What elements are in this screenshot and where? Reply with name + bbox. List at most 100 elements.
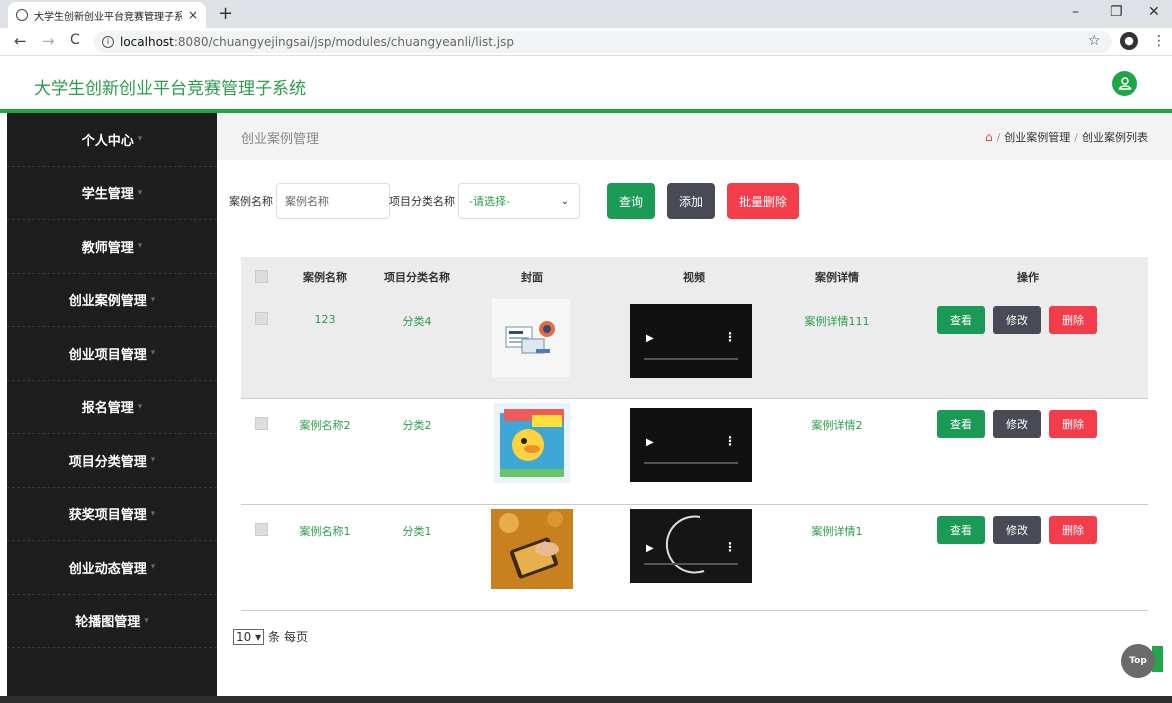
back-to-top-button[interactable]: Top — [1121, 644, 1155, 678]
sidebar-item-label: 个人中心 — [81, 133, 134, 149]
column-header: 项目分类名称 — [384, 271, 450, 284]
info-icon[interactable]: i — [102, 36, 114, 48]
app-title: 大学生创新创业平台竞赛管理子系统 — [34, 79, 306, 99]
breadcrumb-separator: / — [996, 130, 1001, 144]
sidebar-item-awards[interactable]: 获奖项目管理 ▾ — [7, 488, 217, 541]
table-header: 案例名称 项目分类名称 封面 视频 案例详情 操作 — [241, 257, 1148, 295]
video-progress-bar[interactable] — [644, 462, 738, 464]
row-checkbox[interactable] — [255, 312, 268, 325]
sidebar-item-projects[interactable]: 创业项目管理 ▾ — [7, 327, 217, 381]
view-button[interactable]: 查看 — [937, 306, 985, 334]
chevron-down-icon: ▾ — [150, 562, 156, 573]
case-detail-cell: 案例详情2 — [811, 419, 863, 432]
video-player[interactable]: ▶ ⋮ — [630, 304, 752, 378]
sidebar-item-registrations[interactable]: 报名管理 ▾ — [7, 381, 217, 434]
video-progress-bar[interactable] — [644, 563, 738, 565]
sidebar-item-categories[interactable]: 项目分类管理 ▾ — [7, 434, 217, 488]
column-header: 操作 — [1017, 271, 1039, 284]
chevron-down-icon: ▾ — [255, 629, 262, 644]
new-tab-button[interactable]: + — [218, 3, 233, 24]
view-button[interactable]: 查看 — [937, 410, 985, 438]
play-icon[interactable]: ▶ — [646, 543, 654, 554]
close-window-icon[interactable]: ✕ — [1148, 4, 1160, 20]
page-title: 创业案例管理 — [241, 132, 320, 147]
sidebar-item-teachers[interactable]: 教师管理 ▾ — [7, 220, 217, 274]
sidebar-item-personal-center[interactable]: 个人中心 ▾ — [7, 113, 217, 167]
view-button[interactable]: 查看 — [937, 516, 985, 544]
play-icon[interactable]: ▶ — [646, 333, 654, 344]
chevron-down-icon: ▾ — [137, 241, 143, 252]
sidebar-item-students[interactable]: 学生管理 ▾ — [7, 167, 217, 220]
globe-icon — [16, 9, 28, 21]
category-cell: 分类4 — [402, 315, 432, 328]
account-icon[interactable]: ● — [1120, 32, 1138, 50]
restore-icon[interactable]: ❐ — [1110, 4, 1123, 20]
video-player[interactable]: ▶ ⋮ — [630, 408, 752, 482]
sidebar-item-news[interactable]: 创业动态管理 ▾ — [7, 541, 217, 595]
sidebar-item-label: 获奖项目管理 — [68, 508, 147, 524]
play-icon[interactable]: ▶ — [646, 437, 654, 448]
more-options-icon[interactable]: ⋮ — [724, 434, 736, 448]
batch-delete-label: 批量删除 — [738, 194, 787, 209]
tablet-hand-photo-icon — [491, 509, 573, 589]
edit-label: 修改 — [1006, 524, 1028, 537]
sidebar-item-cases[interactable]: 创业案例管理 ▾ — [7, 274, 217, 327]
browser-tab[interactable]: 大学生创新创业平台竞赛管理子系 × — [8, 2, 206, 28]
breadcrumb-bar: 创业案例管理 ⌂ / 创业案例管理 / 创业案例列表 — [217, 113, 1172, 160]
delete-button[interactable]: 删除 — [1049, 410, 1097, 438]
breadcrumb-item[interactable]: 创业案例管理 — [1004, 129, 1070, 145]
edit-button[interactable]: 修改 — [993, 306, 1041, 334]
children-book-illustration-icon — [500, 409, 564, 477]
select-all-checkbox[interactable] — [255, 270, 268, 283]
delete-button[interactable]: 删除 — [1049, 306, 1097, 334]
table-row: 案例名称1 分类1 ▶ ⋮ 案例详情1 查看 修改 删除 — [241, 505, 1148, 611]
sidebar-item-carousel[interactable]: 轮播图管理 ▾ — [7, 595, 217, 648]
video-player[interactable]: ▶ ⋮ — [630, 509, 752, 583]
sidebar-item-label: 学生管理 — [81, 187, 134, 203]
page-size-select[interactable]: 10 ▾ — [233, 628, 265, 645]
batch-delete-button[interactable]: 批量删除 — [727, 183, 799, 219]
back-icon[interactable]: ← — [14, 32, 27, 50]
add-button[interactable]: 添加 — [667, 183, 715, 219]
edit-button[interactable]: 修改 — [993, 410, 1041, 438]
page-size-value: 10 — [236, 629, 252, 644]
main-content: 创业案例管理 ⌂ / 创业案例管理 / 创业案例列表 案例名称 案例名称 项目分… — [217, 113, 1172, 696]
cover-image — [491, 298, 571, 378]
edit-button[interactable]: 修改 — [993, 516, 1041, 544]
chevron-down-icon: ▾ — [150, 508, 156, 519]
more-options-icon[interactable]: ⋮ — [724, 330, 736, 344]
home-icon[interactable]: ⌂ — [985, 130, 993, 144]
video-progress-bar[interactable] — [644, 358, 738, 360]
chevron-down-icon: ▾ — [137, 401, 143, 412]
forward-icon[interactable]: → — [42, 32, 55, 50]
sidebar-item-label: 报名管理 — [81, 401, 134, 417]
category-label: 项目分类名称 — [389, 195, 455, 208]
sidebar-item-label: 创业动态管理 — [68, 561, 147, 577]
close-tab-icon[interactable]: × — [188, 8, 198, 22]
cover-image — [491, 509, 573, 589]
more-options-icon[interactable]: ⋮ — [724, 540, 736, 554]
reload-icon[interactable]: C — [70, 32, 80, 48]
category-select[interactable]: -请选择- ⌄ — [458, 183, 580, 219]
row-checkbox[interactable] — [255, 523, 268, 536]
sidebar: 个人中心 ▾ 学生管理 ▾ 教师管理 ▾ 创业案例管理 ▾ 创业项目管理 ▾ 报名管理 ▾ … — [7, 113, 217, 696]
delete-button[interactable]: 删除 — [1049, 516, 1097, 544]
table-row: 123 分类4 ▶ ⋮ 案例详情111 查看 修改 删除 — [241, 295, 1148, 399]
query-button[interactable]: 查询 — [607, 183, 655, 219]
row-checkbox[interactable] — [255, 417, 268, 430]
page-size-suffix: 条 每页 — [268, 630, 308, 644]
browser-tabbar: 大学生创新创业平台竞赛管理子系 × + – ❐ ✕ — [0, 0, 1172, 28]
row-actions: 查看 修改 删除 — [937, 410, 1097, 438]
user-avatar-button[interactable] — [1112, 71, 1137, 96]
minimize-icon[interactable]: – — [1072, 4, 1079, 20]
case-name-label: 案例名称 — [229, 195, 273, 208]
news-illustration-icon — [505, 321, 555, 354]
category-selected: -请选择- — [469, 195, 510, 208]
view-label: 查看 — [950, 524, 972, 537]
browser-menu-icon[interactable]: ⋮ — [1152, 33, 1166, 49]
bookmark-star-icon[interactable]: ☆ — [1088, 33, 1101, 49]
url-field[interactable]: i localhost:8080/chuangyejingsai/jsp/mod… — [94, 31, 1112, 53]
case-name-cell: 案例名称1 — [299, 525, 351, 538]
chevron-down-icon: ⌄ — [560, 195, 569, 207]
case-name-input[interactable]: 案例名称 — [276, 183, 390, 219]
